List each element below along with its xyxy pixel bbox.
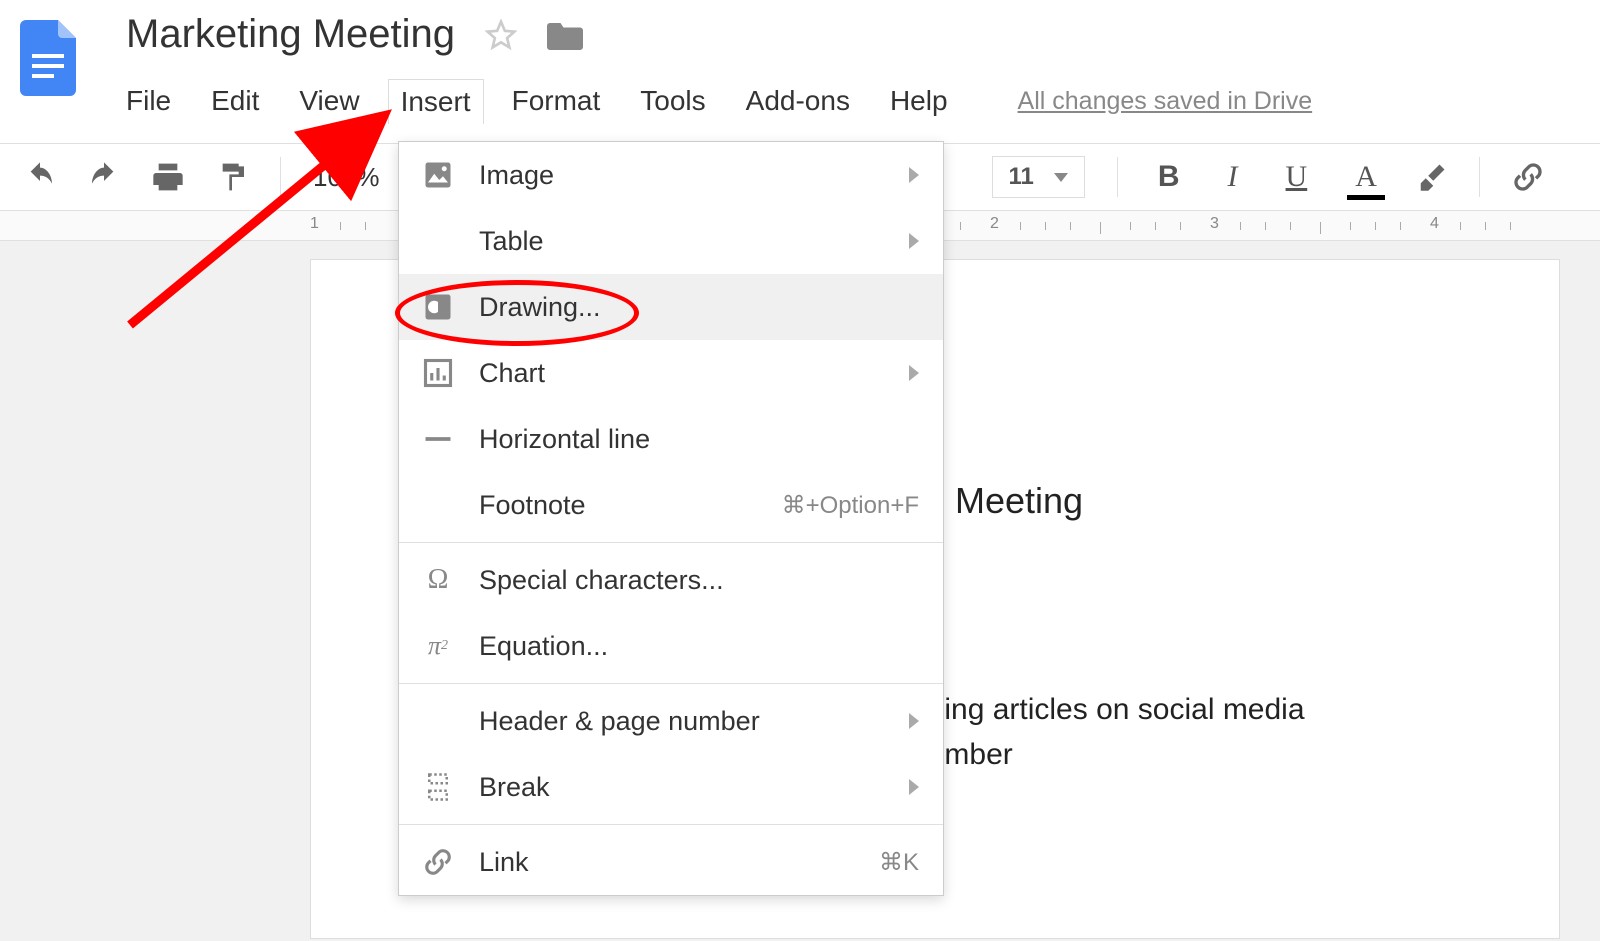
horizontal-line-icon <box>421 422 455 456</box>
menu-item-table[interactable]: Table <box>399 208 943 274</box>
menu-divider <box>399 824 943 825</box>
menu-item-label: Equation... <box>479 631 608 662</box>
menu-divider <box>399 683 943 684</box>
drawing-icon <box>421 290 455 324</box>
menu-item-drawing[interactable]: Drawing... <box>399 274 943 340</box>
image-icon <box>421 158 455 192</box>
link-icon <box>421 845 455 879</box>
menu-item-footnote[interactable]: Footnote ⌘+Option+F <box>399 472 943 538</box>
menu-item-label: Special characters... <box>479 565 724 596</box>
menu-item-header-page-number[interactable]: Header & page number <box>399 688 943 754</box>
google-docs-icon[interactable] <box>20 20 76 96</box>
menu-item-equation[interactable]: π2 Equation... <box>399 613 943 679</box>
bold-button[interactable]: B <box>1150 160 1188 194</box>
folder-icon[interactable] <box>547 20 583 50</box>
page-break-icon <box>421 770 455 804</box>
menu-view[interactable]: View <box>299 79 359 123</box>
star-icon[interactable] <box>485 19 517 51</box>
shortcut-label: ⌘+Option+F <box>782 491 919 520</box>
footnote-icon <box>421 488 455 522</box>
shortcut-label: ⌘K <box>879 848 919 877</box>
header-icon <box>421 704 455 738</box>
menu-item-special-chars[interactable]: Ω Special characters... <box>399 547 943 613</box>
text-color-button[interactable]: A <box>1347 160 1385 194</box>
menu-item-label: Table <box>479 226 544 257</box>
menu-item-break[interactable]: Break <box>399 754 943 820</box>
highlight-icon[interactable] <box>1417 162 1447 192</box>
link-icon[interactable] <box>1512 161 1544 193</box>
menu-item-link[interactable]: Link ⌘K <box>399 829 943 895</box>
menu-item-label: Break <box>479 772 550 803</box>
document-title[interactable]: Marketing Meeting <box>126 12 455 57</box>
chart-icon <box>421 356 455 390</box>
menu-edit[interactable]: Edit <box>211 79 259 123</box>
menu-item-label: Link <box>479 847 529 878</box>
menu-file[interactable]: File <box>126 79 171 123</box>
underline-button[interactable]: U <box>1278 160 1316 194</box>
toolbar-separator <box>280 157 281 197</box>
menu-tools[interactable]: Tools <box>640 79 705 123</box>
chevron-right-icon <box>909 779 919 795</box>
chevron-right-icon <box>909 365 919 381</box>
menu-insert[interactable]: Insert <box>388 79 484 124</box>
redo-icon[interactable] <box>88 161 120 193</box>
chevron-right-icon <box>909 233 919 249</box>
insert-dropdown-menu: Image Table Drawing... Chart Horizontal … <box>398 141 944 896</box>
print-icon[interactable] <box>152 161 184 193</box>
menu-format[interactable]: Format <box>512 79 601 123</box>
menu-item-image[interactable]: Image <box>399 142 943 208</box>
chevron-right-icon <box>909 713 919 729</box>
toolbar-separator <box>1117 157 1118 197</box>
menu-item-horizontal-line[interactable]: Horizontal line <box>399 406 943 472</box>
menu-item-label: Horizontal line <box>479 424 650 455</box>
paint-format-icon[interactable] <box>216 161 248 193</box>
chevron-down-icon <box>1054 173 1068 182</box>
menu-item-chart[interactable]: Chart <box>399 340 943 406</box>
zoom-level[interactable]: 100% <box>313 162 380 193</box>
font-size-value: 11 <box>1009 163 1034 191</box>
menu-item-label: Header & page number <box>479 706 760 737</box>
table-icon <box>421 224 455 258</box>
menu-addons[interactable]: Add-ons <box>746 79 850 123</box>
save-status: All changes saved in Drive <box>1018 87 1313 116</box>
omega-icon: Ω <box>421 563 455 597</box>
menu-divider <box>399 542 943 543</box>
menu-help[interactable]: Help <box>890 79 948 123</box>
font-size-input[interactable]: 11 <box>992 156 1085 198</box>
italic-button[interactable]: I <box>1220 160 1246 194</box>
toolbar-separator <box>1479 157 1480 197</box>
menu-item-label: Image <box>479 160 554 191</box>
menu-item-label: Chart <box>479 358 545 389</box>
menu-item-label: Drawing... <box>479 292 601 323</box>
menu-item-label: Footnote <box>479 490 586 521</box>
undo-icon[interactable] <box>24 161 56 193</box>
chevron-right-icon <box>909 167 919 183</box>
equation-icon: π2 <box>421 629 455 663</box>
